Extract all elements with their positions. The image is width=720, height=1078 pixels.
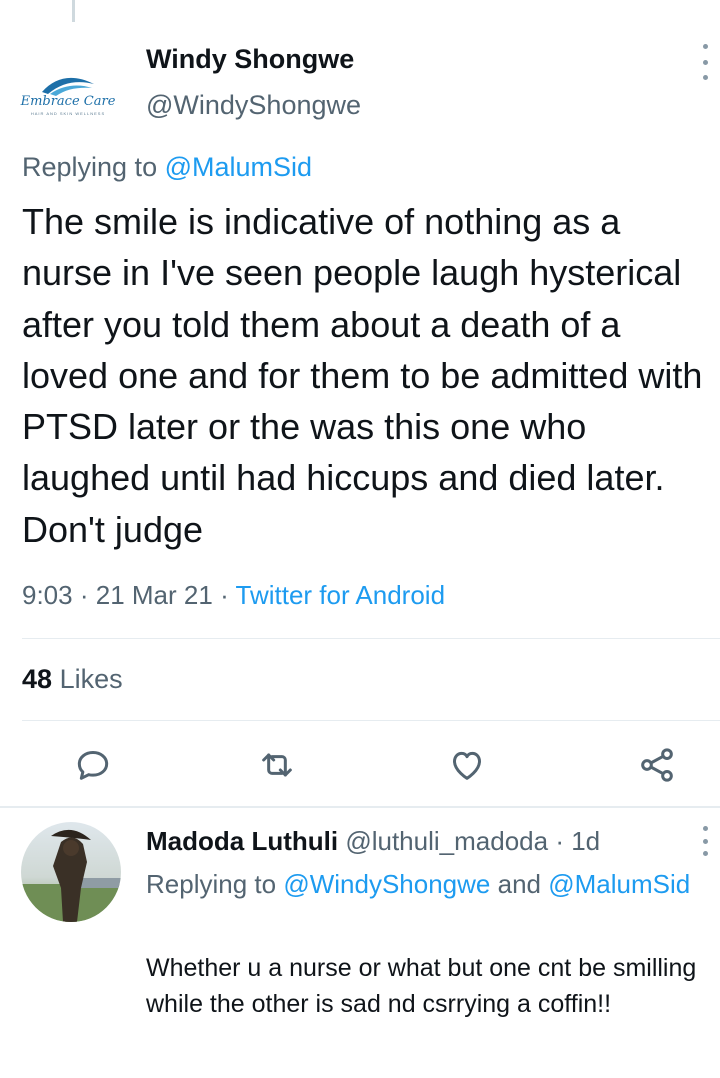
- reply-separator: ·: [555, 826, 564, 856]
- likes-label: Likes: [59, 664, 123, 694]
- tweet-date: 21 Mar 21: [95, 580, 213, 610]
- logo-tagline: HAIR AND SKIN WELLNESS: [30, 111, 106, 116]
- retweet-button[interactable]: [256, 744, 298, 786]
- logo-wordmark: Embrace Care: [20, 94, 116, 109]
- tweet-separator: [0, 806, 720, 808]
- meta-separator: ·: [220, 580, 229, 610]
- tweet-text: The smile is indicative of nothing as a …: [22, 201, 703, 550]
- reply-more-options-icon[interactable]: [700, 826, 710, 856]
- reply-and-label: and: [497, 869, 541, 899]
- reply-age: 1d: [571, 826, 601, 856]
- likes-number: 48: [22, 664, 53, 694]
- likes-count-link[interactable]: 48 Likes: [22, 664, 123, 695]
- reply-text: Whether u a nurse or what but one cnt be…: [146, 954, 697, 1018]
- reply-replying-to-line: Replying to @WindyShongwe and @MalumSid: [146, 866, 706, 902]
- reply-author-avatar[interactable]: [21, 822, 121, 922]
- comment-icon: [77, 751, 109, 780]
- reply-avatar-photo: [21, 829, 121, 922]
- heart-icon: [453, 751, 481, 780]
- replying-to-line: Replying to @MalumSid: [22, 152, 312, 183]
- divider: [22, 638, 720, 639]
- mention-link[interactable]: @WindyShongwe: [283, 869, 490, 899]
- divider: [22, 720, 720, 721]
- retweet-icon: [262, 753, 292, 777]
- like-button[interactable]: [446, 744, 488, 786]
- reply-author-name[interactable]: Madoda Luthuli: [146, 826, 338, 856]
- mention-link[interactable]: @MalumSid: [165, 152, 312, 182]
- thread-connector-line: [72, 0, 75, 22]
- mention-link[interactable]: @MalumSid: [548, 869, 690, 899]
- tweet-time: 9:03: [22, 580, 73, 610]
- share-icon: [641, 748, 673, 782]
- tweet-meta: 9:03 · 21 Mar 21 · Twitter for Android: [22, 580, 445, 611]
- meta-separator: ·: [79, 580, 89, 610]
- replying-prefix: Replying to: [22, 152, 158, 182]
- tweet-source-link[interactable]: Twitter for Android: [236, 580, 446, 610]
- share-button[interactable]: [636, 744, 678, 786]
- more-options-icon[interactable]: [700, 44, 710, 80]
- reply-header: Madoda Luthuli @luthuli_madoda · 1d: [146, 826, 600, 857]
- author-name[interactable]: Windy Shongwe: [146, 44, 354, 75]
- reply-button[interactable]: [72, 744, 114, 786]
- reply-author-handle[interactable]: @luthuli_madoda: [345, 826, 548, 856]
- author-avatar[interactable]: Embrace Care HAIR AND SKIN WELLNESS: [12, 38, 124, 150]
- reply-replying-prefix: Replying to: [146, 869, 277, 899]
- author-handle[interactable]: @WindyShongwe: [146, 90, 361, 121]
